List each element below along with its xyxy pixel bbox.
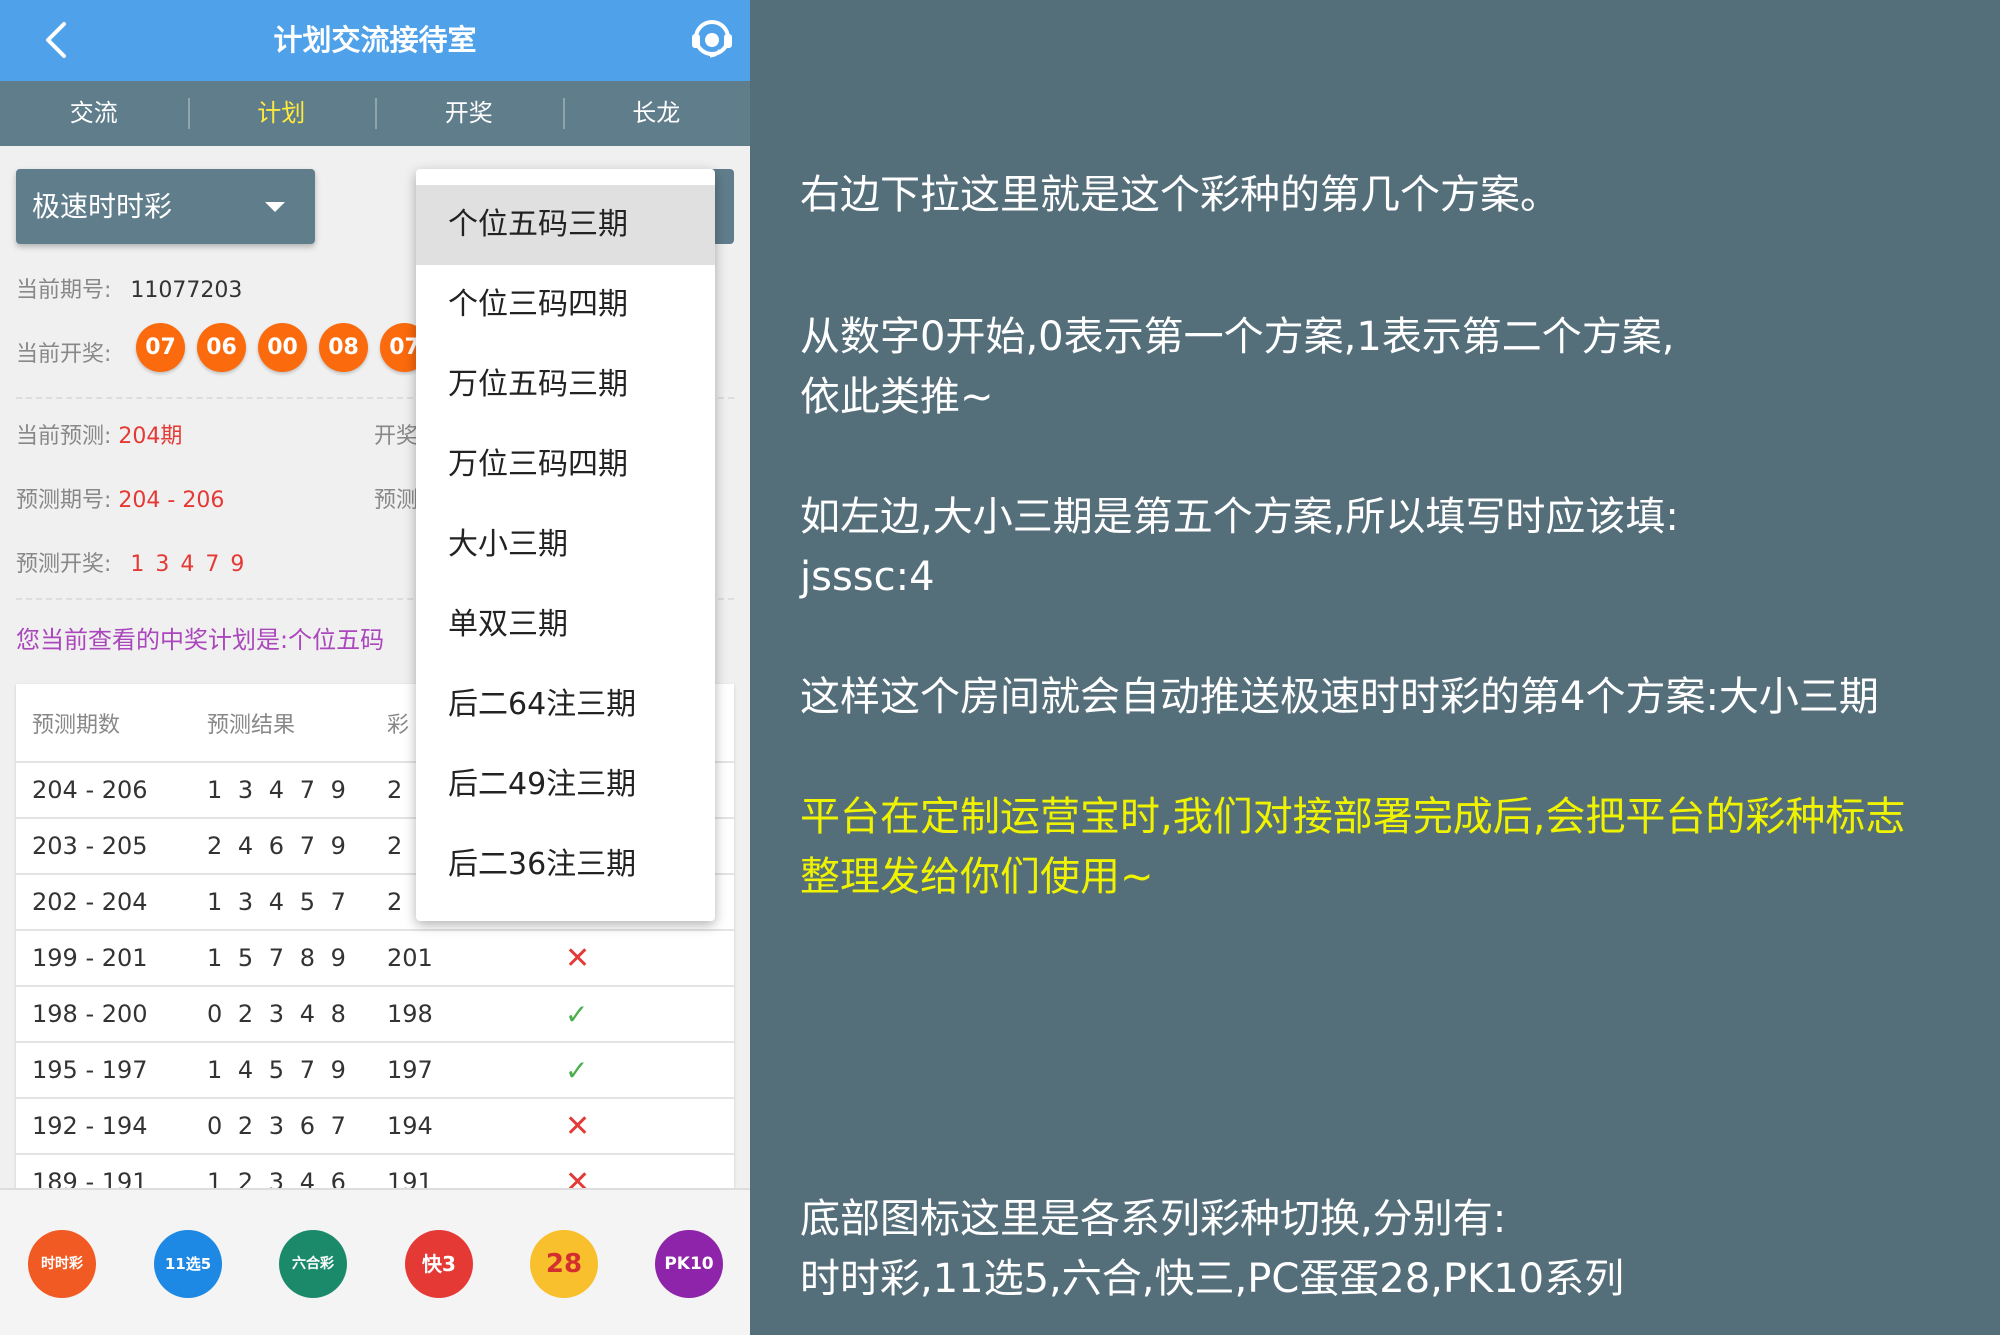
note-line-highlight: 平台在定制运营宝时,我们对接部署完成后,会把平台的彩种标志 (800, 794, 1906, 840)
hit-check-icon: ✓ (565, 997, 589, 1031)
shishicai-icon[interactable]: 时时彩 (28, 1230, 96, 1298)
row-period: 199 - 201 (32, 944, 148, 972)
row-result: 0 2 3 4 8 (207, 1000, 350, 1028)
miss-cross-icon: ✕ (565, 940, 591, 976)
draw-ball: 00 (258, 323, 307, 372)
miss-cross-icon: ✕ (565, 1108, 591, 1144)
predict-periods-value: 204 - 206 (118, 488, 225, 513)
plan-option[interactable]: 大小三期 (416, 505, 715, 585)
tab-chat[interactable]: 交流 (0, 81, 188, 146)
tab-draw[interactable]: 开奖 (375, 81, 563, 146)
plan-option[interactable]: 后二49注三期 (416, 745, 715, 825)
note-line: 时时彩,11选5,六合,快三,PC蛋蛋28,PK10系列 (800, 1256, 1625, 1302)
liuhecai-icon[interactable]: 六合彩 (279, 1230, 347, 1298)
row-result: 2 4 6 7 9 (207, 832, 350, 860)
plan-option[interactable]: 万位五码三期 (416, 345, 715, 425)
col-predict-result: 预测结果 (207, 712, 296, 738)
predict-draw-row: 预测开奖: 1 3 4 7 9 (16, 546, 246, 578)
predict-periods-label: 预测期号: (16, 488, 112, 513)
draw-status-label: 开奖 (374, 424, 419, 449)
note-line: 底部图标这里是各系列彩种切换,分别有: (800, 1196, 1507, 1242)
current-period-row: 当前期号: 11077203 (16, 272, 242, 304)
row-result: 1 3 4 5 7 (207, 888, 350, 916)
table-row: 198 - 200 0 2 3 4 8 198 ✓ (16, 987, 734, 1043)
note-line: 依此类推~ (800, 374, 994, 420)
note-line: jsssc:4 (800, 554, 935, 600)
row-result: 0 2 3 6 7 (207, 1112, 350, 1140)
page-title: 计划交流接待室 (273, 23, 477, 57)
pk10-icon[interactable]: PK10 (655, 1230, 723, 1298)
plan-option[interactable]: 单双三期 (416, 585, 715, 665)
current-predict-value: 204期 (118, 424, 183, 449)
draw-ball: 08 (319, 323, 368, 372)
row-period: 202 - 204 (32, 888, 148, 916)
predict-draw-label: 预测开奖: (16, 552, 112, 577)
tab-streak[interactable]: 长龙 (562, 81, 751, 146)
row-period: 192 - 194 (32, 1112, 148, 1140)
table-row: 192 - 194 0 2 3 6 7 194 ✕ (16, 1099, 734, 1155)
tab-plan[interactable]: 计划 (187, 81, 376, 146)
11x5-icon[interactable]: 11选5 (154, 1230, 222, 1298)
hit-check-icon: ✓ (565, 1053, 589, 1087)
plan-dropdown-menu: 个位五码三期 个位三码四期 万位五码三期 万位三码四期 大小三期 单双三期 后二… (416, 169, 715, 921)
current-period-label: 当前期号: (16, 278, 112, 303)
k3-icon[interactable]: 快3 (405, 1230, 473, 1298)
customer-service-icon[interactable] (690, 16, 734, 60)
predict-status-label: 预测 (374, 488, 419, 513)
table-row: 195 - 197 1 4 5 7 9 197 ✓ (16, 1043, 734, 1099)
row-period: 203 - 205 (32, 832, 148, 860)
current-draw-label: 当前开奖: (16, 342, 112, 367)
current-period-value: 11077203 (130, 278, 243, 303)
plan-notice: 您当前查看的中奖计划是:个位五码 (16, 626, 385, 654)
plan-option[interactable]: 万位三码四期 (416, 425, 715, 505)
phone-screen: 计划交流接待室 交流 计划 开奖 长龙 极速时时彩 当前期号: 11077203… (0, 0, 750, 1335)
row-period: 198 - 200 (32, 1000, 148, 1028)
current-predict-row: 当前预测: 204期 (16, 418, 182, 450)
note-line: 右边下拉这里就是这个彩种的第几个方案。 (800, 172, 1560, 218)
predict-draw-value: 1 3 4 7 9 (130, 552, 247, 577)
note-line: 从数字0开始,0表示第一个方案,1表示第二个方案, (800, 314, 1675, 360)
caret-down-icon (265, 202, 285, 212)
plan-option[interactable]: 后二36注三期 (416, 825, 715, 905)
draw-ball: 06 (197, 323, 246, 372)
row-draw: 198 (387, 1000, 433, 1028)
table-row: 199 - 201 1 5 7 8 9 201 ✕ (16, 931, 734, 987)
row-period: 204 - 206 (32, 776, 148, 804)
note-line-highlight: 整理发给你们使用~ (800, 854, 1154, 900)
row-draw: 201 (387, 944, 433, 972)
row-result: 1 3 4 7 9 (207, 776, 350, 804)
draw-ball: 07 (136, 323, 185, 372)
row-draw: 194 (387, 1112, 433, 1140)
lottery-type-value: 极速时时彩 (32, 190, 173, 223)
tab-bar: 交流 计划 开奖 长龙 (0, 81, 750, 146)
row-period: 195 - 197 (32, 1056, 148, 1084)
pc28-icon[interactable]: 28 (530, 1230, 598, 1298)
col-predict-period: 预测期数 (32, 712, 121, 738)
row-result: 1 5 7 8 9 (207, 944, 350, 972)
row-draw: 197 (387, 1056, 433, 1084)
note-line: 这样这个房间就会自动推送极速时时彩的第4个方案:大小三期 (800, 674, 1879, 720)
current-draw-balls: 07 06 00 08 07 (136, 323, 429, 372)
predict-periods-row: 预测期号: 204 - 206 (16, 482, 224, 514)
lottery-switch-bar: 时时彩 11选5 六合彩 快3 28 PK10 (0, 1188, 750, 1335)
lottery-type-select[interactable]: 极速时时彩 (16, 169, 315, 244)
plan-option[interactable]: 个位五码三期 (416, 185, 715, 265)
note-line: 如左边,大小三期是第五个方案,所以填写时应该填: (800, 494, 1679, 540)
plan-option[interactable]: 个位三码四期 (416, 265, 715, 345)
plan-option[interactable]: 后二64注三期 (416, 665, 715, 745)
current-predict-label: 当前预测: (16, 424, 112, 449)
row-result: 1 4 5 7 9 (207, 1056, 350, 1084)
top-bar: 计划交流接待室 (0, 0, 750, 81)
